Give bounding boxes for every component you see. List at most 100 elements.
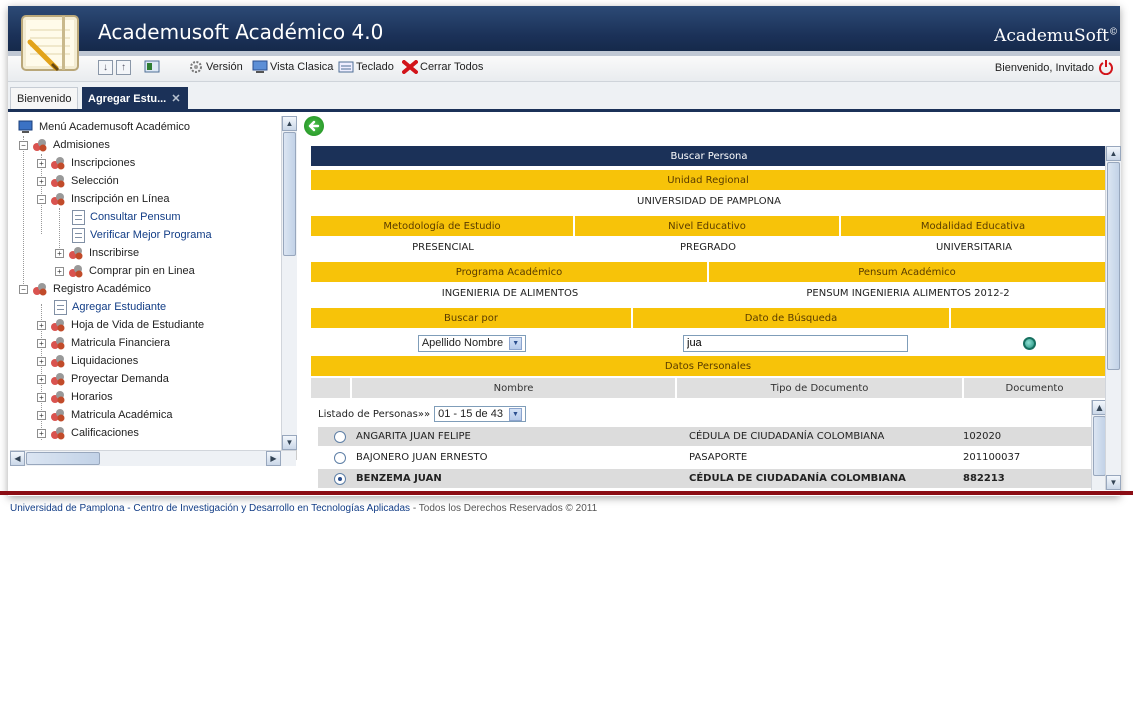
tree-item-seleccion[interactable]: + Selección [37, 172, 119, 190]
col-nombre-header: Nombre [352, 378, 677, 398]
dato-busqueda-cell [633, 332, 951, 354]
search-icon[interactable] [1022, 336, 1036, 350]
buscar-persona-panel: Buscar Persona Unidad Regional UNIVERSID… [311, 144, 1107, 496]
scroll-right-icon[interactable]: ▶ [266, 451, 281, 466]
radio-column-header [311, 378, 352, 398]
menu-tree: Menú Academusoft Académico − Admisiones … [10, 116, 297, 460]
footer-link[interactable]: Universidad de Pamplona - Centro de Inve… [10, 503, 410, 514]
tree-item-verificar[interactable]: Verificar Mejor Programa [72, 226, 212, 244]
expand-icon[interactable]: + [37, 356, 46, 366]
select-value: 01 - 15 de 43 [438, 408, 503, 420]
table-row[interactable]: BAJONERO JUAN ERNESTO PASAPORTE 20110003… [318, 448, 1093, 467]
tree-item-registro[interactable]: − Registro Académico [19, 280, 151, 298]
chevron-down-icon: ▼ [508, 407, 522, 421]
teclado-button[interactable]: Teclado [338, 60, 394, 74]
expand-icon[interactable]: + [37, 338, 46, 348]
expand-icon[interactable]: + [37, 158, 46, 168]
dato-busqueda-input[interactable] [683, 334, 908, 352]
scroll-down-icon[interactable]: ▼ [282, 435, 297, 450]
expand-icon[interactable]: + [37, 392, 46, 402]
tree-label: Matricula Financiera [71, 337, 171, 349]
version-button[interactable]: Versión [188, 60, 243, 74]
listado-select[interactable]: 01 - 15 de 43 ▼ [434, 406, 526, 422]
toolbar: ↓ ↑ Versión Vista Clasica Teclado Cerrar… [8, 56, 1120, 82]
buscar-por-select[interactable]: Apellido Nombre ▼ [417, 334, 527, 352]
scroll-left-icon[interactable]: ◀ [10, 451, 25, 466]
programa-label: Programa Académico [311, 262, 709, 282]
tree-root[interactable]: Menú Academusoft Académico [18, 118, 190, 136]
module-icon [51, 427, 65, 440]
row-radio[interactable] [334, 451, 346, 464]
tree-horizontal-scrollbar[interactable]: ◀ ▶ [10, 450, 296, 466]
move-down-button[interactable]: ↓ [98, 60, 113, 75]
tab-agregar-estudiante[interactable]: Agregar Estu... ✕ [82, 87, 188, 109]
scroll-thumb[interactable] [1107, 162, 1120, 370]
tree-item-inscripciones[interactable]: + Inscripciones [37, 154, 135, 172]
expand-icon[interactable]: + [37, 428, 46, 438]
close-icon[interactable]: ✕ [171, 93, 180, 105]
tab-bienvenido[interactable]: Bienvenido [10, 87, 79, 109]
module-icon [51, 409, 65, 422]
unidad-label: Unidad Regional [311, 170, 1107, 190]
tree-item-liquidaciones[interactable]: + Liquidaciones [37, 352, 138, 370]
dato-busqueda-label: Dato de Búsqueda [633, 308, 951, 328]
tree-label: Inscribirse [89, 247, 140, 259]
scroll-up-icon[interactable]: ▲ [282, 116, 297, 131]
person-name: BAJONERO JUAN ERNESTO [356, 452, 488, 463]
back-button[interactable] [304, 116, 324, 136]
tree-vertical-scrollbar[interactable]: ▲ ▼ [281, 116, 297, 450]
document-icon [54, 299, 67, 315]
vista-clasica-button[interactable]: Vista Clasica [252, 60, 333, 74]
programa-value: INGENIERIA DE ALIMENTOS [311, 283, 709, 303]
scroll-thumb[interactable] [26, 452, 100, 465]
expand-icon[interactable]: + [37, 410, 46, 420]
expand-icon[interactable]: + [55, 248, 64, 258]
metodologia-label: Metodología de Estudio [311, 216, 575, 236]
tree-item-agregar-estudiante[interactable]: Agregar Estudiante [54, 298, 166, 316]
collapse-icon[interactable]: − [19, 284, 28, 294]
tree-item-inscripcion-linea[interactable]: − Inscripción en Línea [37, 190, 169, 208]
unidad-value: UNIVERSIDAD DE PAMPLONA [311, 191, 1107, 211]
expand-icon[interactable]: + [37, 320, 46, 330]
person-doctype: PASAPORTE [689, 452, 748, 463]
module-icon [69, 265, 83, 278]
tree-item-admisiones[interactable]: − Admisiones [19, 136, 110, 154]
scroll-down-icon[interactable]: ▼ [1106, 475, 1121, 490]
footer: Universidad de Pamplona - Centro de Inve… [10, 503, 597, 514]
tree-item-calificaciones[interactable]: + Calificaciones [37, 424, 139, 442]
pensum-value: PENSUM INGENIERIA ALIMENTOS 2012-2 [709, 283, 1107, 303]
tree-item-proyectar-demanda[interactable]: + Proyectar Demanda [37, 370, 169, 388]
tree-item-matricula-academica[interactable]: + Matricula Académica [37, 406, 173, 424]
document-icon [72, 227, 85, 243]
tree-item-inscribirse[interactable]: + Inscribirse [55, 244, 139, 262]
row-radio-selected[interactable] [334, 472, 346, 485]
collapse-icon[interactable]: − [37, 194, 46, 204]
table-row-selected[interactable]: BENZEMA JUAN CÉDULA DE CIUDADANÍA COLOMB… [318, 469, 1093, 488]
expand-icon[interactable]: + [37, 176, 46, 186]
row-radio[interactable] [334, 430, 346, 443]
collapse-icon[interactable]: − [19, 140, 28, 150]
table-row[interactable]: ANGARITA JUAN FELIPE CÉDULA DE CIUDADANÍ… [318, 427, 1093, 446]
modalidad-value: UNIVERSITARIA [841, 237, 1107, 257]
expand-icon[interactable]: + [55, 266, 64, 276]
expand-icon[interactable]: + [37, 374, 46, 384]
cerrar-todos-button[interactable]: Cerrar Todos [402, 60, 483, 74]
tree-item-matricula-financiera[interactable]: + Matricula Financiera [37, 334, 170, 352]
tree-label: Liquidaciones [71, 355, 139, 367]
person-doctype: CÉDULA DE CIUDADANÍA COLOMBIANA [689, 473, 906, 484]
module-icon [33, 139, 47, 152]
tree-label: Calificaciones [71, 427, 139, 439]
tree-item-comprar-pin[interactable]: + Comprar pin en Linea [55, 262, 195, 280]
module-icon [51, 391, 65, 404]
scroll-up-icon[interactable]: ▲ [1106, 146, 1121, 161]
vista-clasica-label: Vista Clasica [270, 61, 334, 73]
tree-item-consultar-pensum[interactable]: Consultar Pensum [72, 208, 181, 226]
power-icon[interactable] [1098, 59, 1114, 75]
tree-item-horarios[interactable]: + Horarios [37, 388, 113, 406]
scroll-thumb[interactable] [283, 132, 296, 256]
screen-button[interactable] [144, 60, 162, 74]
tree-item-hoja-vida[interactable]: + Hoja de Vida de Estudiante [37, 316, 204, 334]
module-icon [69, 247, 83, 260]
main-vertical-scrollbar[interactable]: ▲ ▼ [1105, 146, 1121, 490]
move-up-button[interactable]: ↑ [116, 60, 131, 75]
